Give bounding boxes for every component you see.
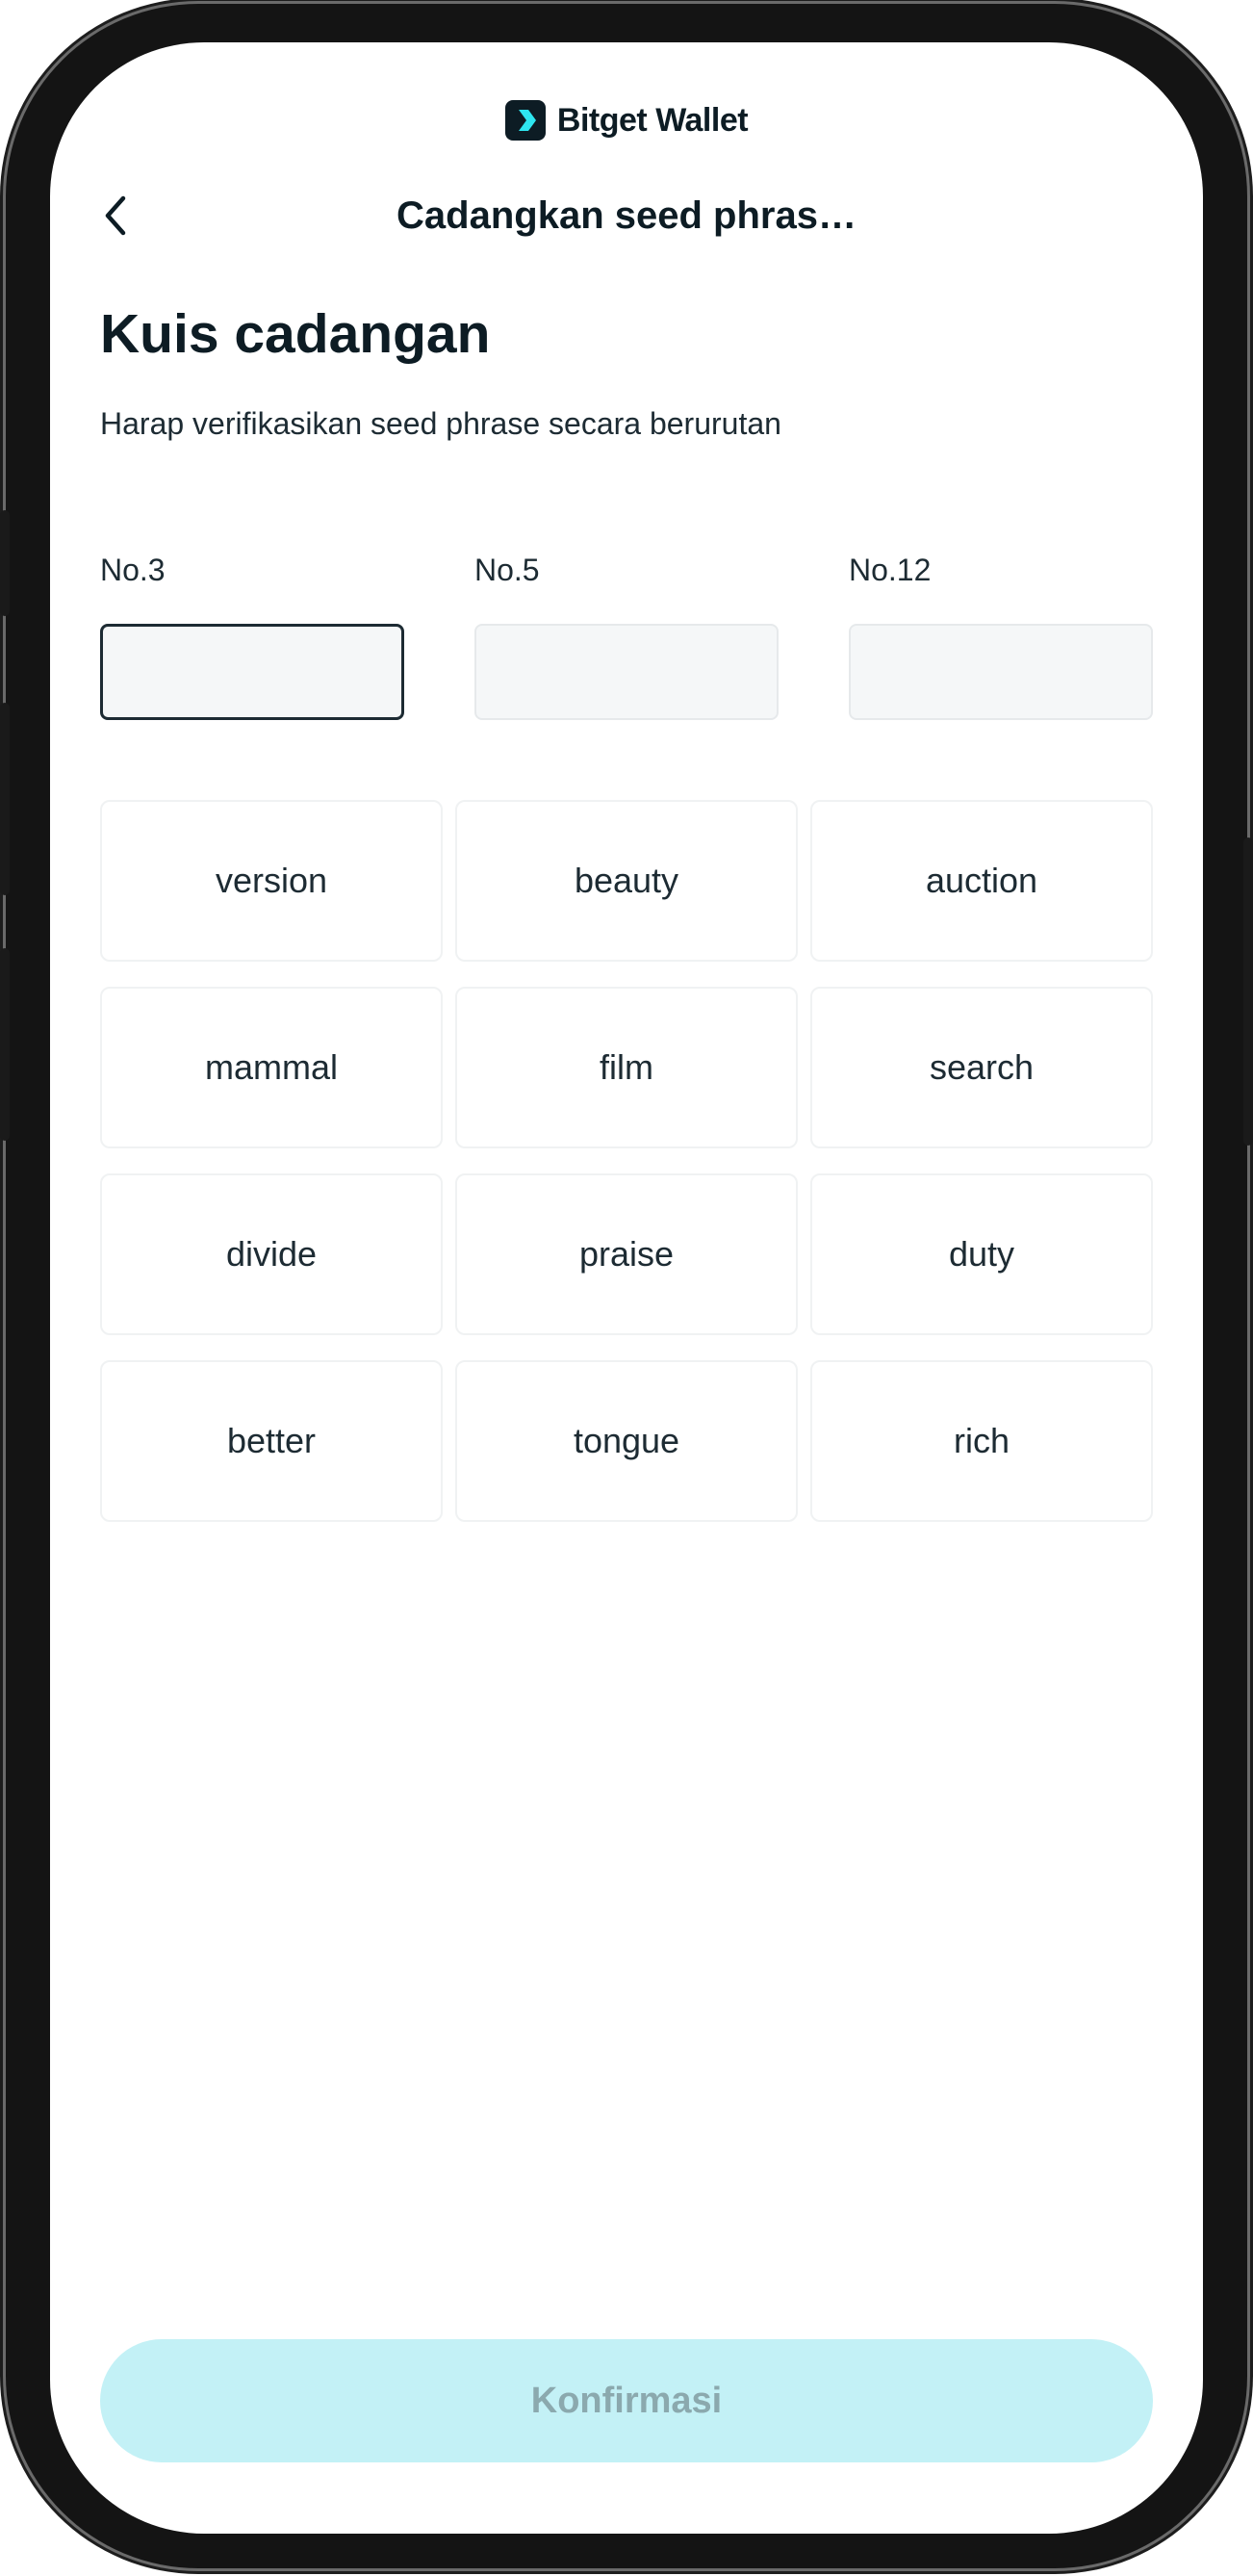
answer-slot: No.5: [474, 551, 779, 720]
word-option[interactable]: version: [100, 800, 443, 962]
answer-slots: No.3 No.5 No.12: [100, 551, 1153, 720]
back-button[interactable]: [87, 187, 144, 245]
brand-bar: Bitget Wallet: [50, 100, 1203, 141]
chevron-left-icon: [105, 195, 126, 236]
quiz-subtitle: Harap verifikasikan seed phrase secara b…: [100, 406, 781, 441]
slot-label: No.5: [474, 553, 540, 587]
word-option[interactable]: auction: [810, 800, 1153, 962]
page-title: Cadangkan seed phras…: [396, 193, 857, 237]
side-button-power: [1243, 837, 1253, 1146]
word-option[interactable]: rich: [810, 1360, 1153, 1522]
nav-header: Cadangkan seed phras…: [50, 167, 1203, 264]
slot-input-no12[interactable]: [849, 624, 1153, 720]
slot-label: No.3: [100, 553, 166, 587]
word-option[interactable]: praise: [455, 1173, 798, 1335]
quiz-title: Kuis cadangan: [100, 303, 491, 365]
confirm-button[interactable]: Konfirmasi: [100, 2339, 1153, 2462]
slot-input-no5[interactable]: [474, 624, 779, 720]
answer-slot: No.3: [100, 551, 404, 720]
word-options-grid: version beauty auction mammal film searc…: [100, 800, 1153, 1522]
side-button-volume-up: [0, 703, 10, 895]
bitget-chevron-icon: [504, 100, 546, 141]
word-option[interactable]: tongue: [455, 1360, 798, 1522]
word-option[interactable]: search: [810, 987, 1153, 1148]
word-option[interactable]: duty: [810, 1173, 1153, 1335]
word-option[interactable]: divide: [100, 1173, 443, 1335]
app-screen: Bitget Wallet Cadangkan seed phras… Kuis…: [50, 42, 1203, 2534]
word-option[interactable]: mammal: [100, 987, 443, 1148]
side-button-volume-down: [0, 948, 10, 1141]
brand-name: Bitget Wallet: [556, 101, 749, 139]
answer-slot: No.12: [849, 551, 1153, 720]
word-option[interactable]: better: [100, 1360, 443, 1522]
slot-input-no3[interactable]: [100, 624, 404, 720]
word-option[interactable]: film: [455, 987, 798, 1148]
word-option[interactable]: beauty: [455, 800, 798, 962]
slot-label: No.12: [849, 553, 932, 587]
side-button-mute: [0, 510, 10, 616]
